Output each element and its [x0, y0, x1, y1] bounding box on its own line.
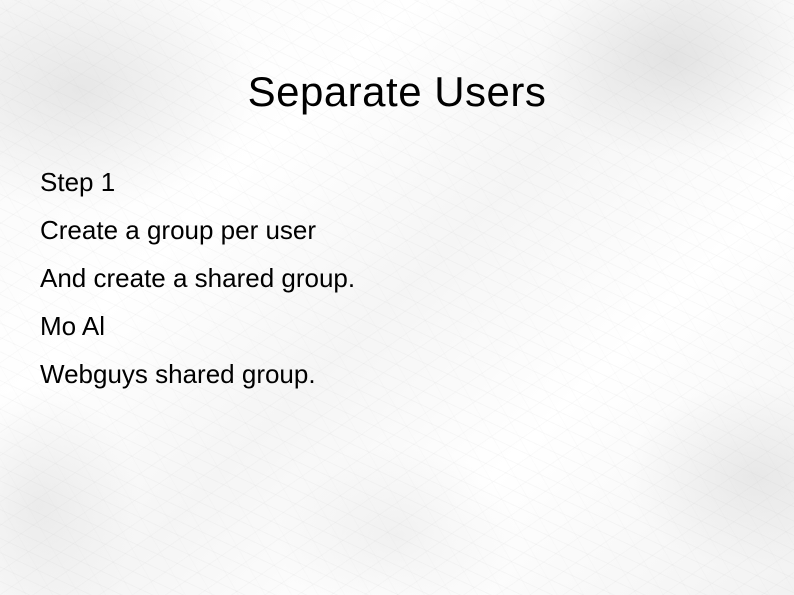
slide-title: Separate Users	[40, 68, 754, 116]
body-line-3: And create a shared group.	[40, 254, 754, 302]
body-line-4: Mo Al	[40, 302, 754, 350]
body-line-1: Step 1	[40, 158, 754, 206]
body-line-5: Webguys shared group.	[40, 350, 754, 398]
body-line-2: Create a group per user	[40, 206, 754, 254]
slide-body: Step 1 Create a group per user And creat…	[40, 158, 754, 398]
slide-content: Separate Users Step 1 Create a group per…	[0, 0, 794, 398]
